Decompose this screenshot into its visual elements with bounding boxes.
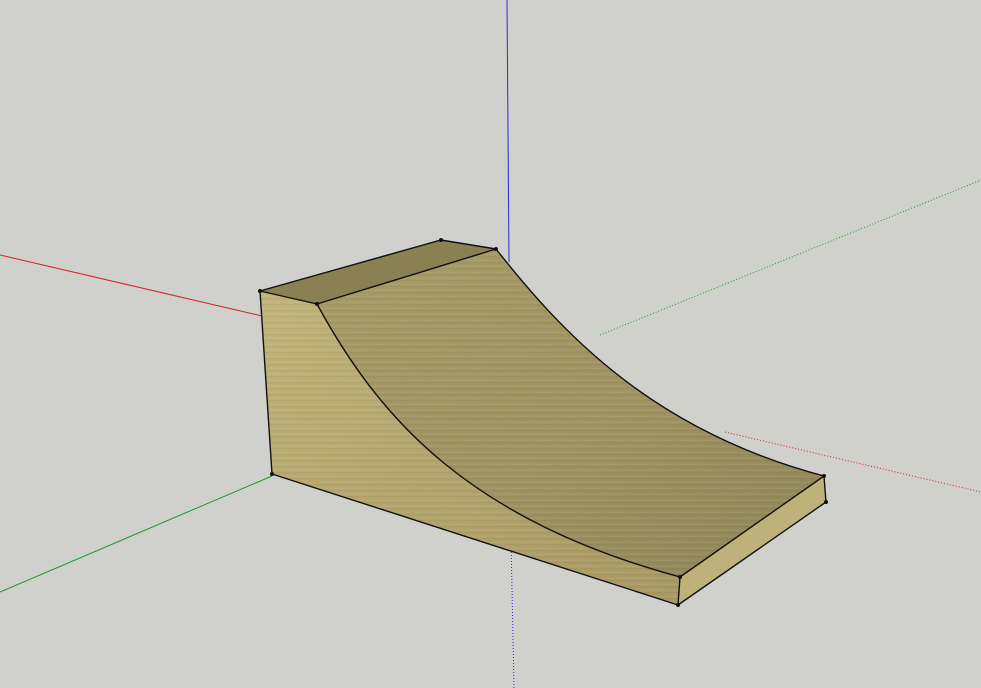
green-axis-positive [0, 475, 273, 593]
red-axis-positive [0, 254, 263, 317]
blue-axis-positive [506, 0, 510, 263]
scene-canvas[interactable] [0, 0, 981, 688]
curve-grain-texture [317, 249, 824, 577]
green-axis-negative [599, 179, 981, 336]
modeling-viewport[interactable] [0, 0, 981, 688]
blue-axis-negative [510, 539, 515, 688]
ramp-model[interactable] [258, 238, 828, 607]
